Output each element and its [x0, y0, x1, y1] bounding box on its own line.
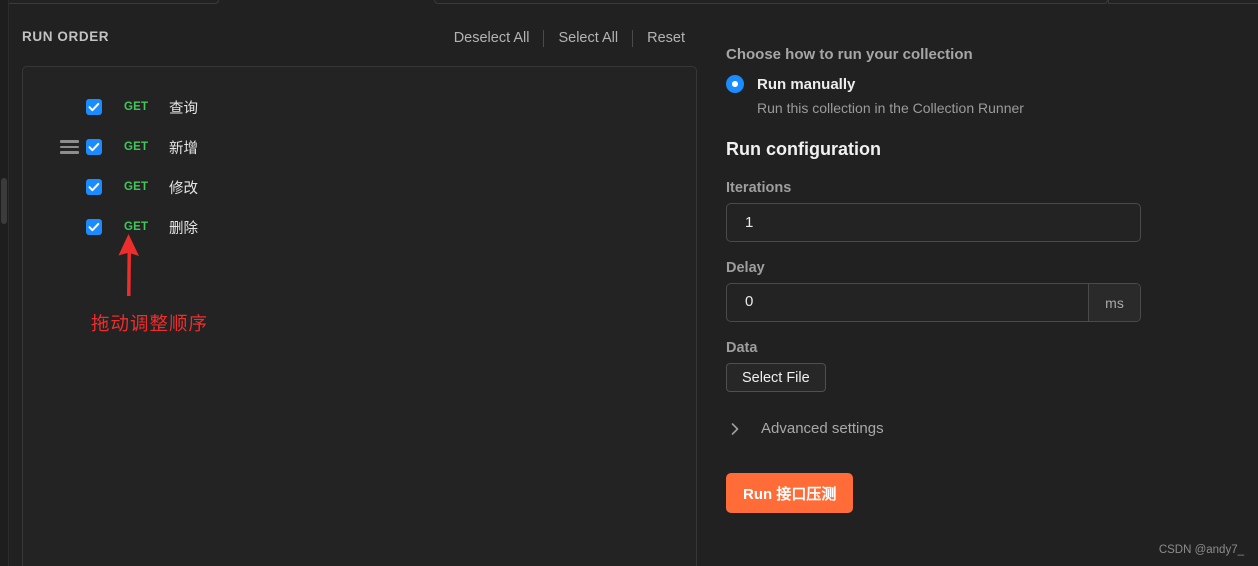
request-name: 新增: [169, 140, 198, 157]
request-checkbox[interactable]: [86, 219, 102, 235]
request-checkbox[interactable]: [86, 99, 102, 115]
request-checkbox[interactable]: [86, 179, 102, 195]
request-row[interactable]: GET 修改: [23, 167, 696, 207]
iterations-value: 1: [745, 214, 754, 231]
select-file-button[interactable]: Select File: [726, 363, 826, 392]
header-actions: Deselect All Select All Reset: [440, 24, 685, 52]
run-collection-button[interactable]: Run 接口压测: [726, 473, 854, 513]
choose-run-mode-title: Choose how to run your collection: [726, 46, 973, 63]
select-all-button[interactable]: Select All: [544, 24, 632, 52]
check-icon: [88, 222, 100, 231]
check-icon: [88, 182, 100, 191]
request-method: GET: [124, 101, 149, 113]
request-name: 查询: [169, 100, 198, 117]
radio-selected-icon[interactable]: [726, 75, 744, 93]
delay-label: Delay: [726, 260, 765, 276]
deselect-all-button[interactable]: Deselect All: [440, 24, 544, 52]
request-method: GET: [124, 181, 149, 193]
delay-input[interactable]: 0 ms: [726, 283, 1141, 322]
request-name: 修改: [169, 180, 198, 197]
request-row[interactable]: GET 新增: [23, 127, 696, 167]
request-method: GET: [124, 141, 149, 153]
up-arrow-icon: [118, 234, 139, 296]
left-rail: [0, 0, 9, 566]
request-row[interactable]: GET 查询: [23, 87, 696, 127]
run-mode-description: Run this collection in the Collection Ru…: [757, 100, 1024, 116]
delay-value: 0: [745, 293, 754, 310]
drag-handle-icon[interactable]: [60, 140, 79, 154]
annotation-text: 拖动调整顺序: [91, 313, 209, 334]
watermark: CSDN @andy7_: [1158, 544, 1244, 556]
data-label: Data: [726, 340, 758, 356]
runner-screen: RUN ORDER Deselect All Select All Reset …: [0, 0, 1258, 566]
iterations-input[interactable]: 1: [726, 203, 1141, 242]
advanced-settings-toggle[interactable]: Advanced settings: [728, 420, 884, 437]
run-order-header: RUN ORDER Deselect All Select All Reset: [22, 24, 691, 60]
chevron-right-icon: [728, 422, 744, 436]
request-checkbox[interactable]: [86, 139, 102, 155]
check-icon: [88, 142, 100, 151]
delay-unit: ms: [1088, 284, 1140, 321]
left-rail-scrollbar-thumb[interactable]: [1, 178, 7, 224]
run-configuration-title: Run configuration: [726, 139, 881, 159]
check-icon: [88, 102, 100, 111]
reset-button[interactable]: Reset: [633, 24, 685, 52]
iterations-label: Iterations: [726, 180, 792, 196]
request-name: 删除: [169, 220, 198, 237]
run-configuration-panel: Choose how to run your collection Run ma…: [726, 0, 1258, 566]
run-mode-label: Run manually: [757, 75, 856, 93]
chrome-fragment-left: [0, 0, 219, 4]
run-mode-option-manual[interactable]: Run manually: [726, 75, 855, 93]
advanced-settings-label: Advanced settings: [761, 420, 884, 437]
page-title: RUN ORDER: [22, 29, 110, 44]
